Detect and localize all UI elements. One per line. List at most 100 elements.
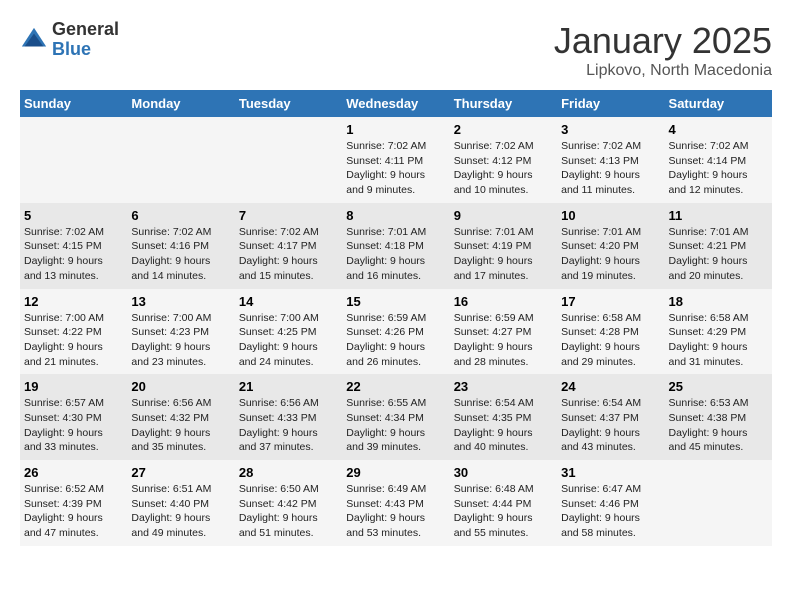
calendar-cell: 10 Sunrise: 7:01 AMSunset: 4:20 PMDayligh…: [557, 203, 664, 289]
weekday-header-wednesday: Wednesday: [342, 90, 449, 117]
day-info: Sunrise: 7:02 AMSunset: 4:14 PMDaylight:…: [669, 139, 768, 198]
calendar-cell: 31 Sunrise: 6:47 AMSunset: 4:46 PMDayligh…: [557, 460, 664, 546]
calendar-cell: 29 Sunrise: 6:49 AMSunset: 4:43 PMDayligh…: [342, 460, 449, 546]
calendar-subtitle: Lipkovo, North Macedonia: [554, 62, 772, 80]
day-number: 29: [346, 465, 445, 480]
calendar-cell: [20, 117, 127, 203]
day-info: Sunrise: 6:56 AMSunset: 4:33 PMDaylight:…: [239, 396, 338, 455]
day-info: Sunrise: 7:00 AMSunset: 4:22 PMDaylight:…: [24, 311, 123, 370]
day-info: Sunrise: 6:47 AMSunset: 4:46 PMDaylight:…: [561, 482, 660, 541]
calendar-cell: 23 Sunrise: 6:54 AMSunset: 4:35 PMDayligh…: [450, 374, 557, 460]
logo-text-general: General: [52, 20, 119, 40]
day-info: Sunrise: 7:02 AMSunset: 4:12 PMDaylight:…: [454, 139, 553, 198]
calendar-cell: 30 Sunrise: 6:48 AMSunset: 4:44 PMDayligh…: [450, 460, 557, 546]
day-number: 21: [239, 379, 338, 394]
day-number: 8: [346, 208, 445, 223]
weekday-header-saturday: Saturday: [665, 90, 772, 117]
day-info: Sunrise: 7:01 AMSunset: 4:20 PMDaylight:…: [561, 225, 660, 284]
day-info: Sunrise: 6:52 AMSunset: 4:39 PMDaylight:…: [24, 482, 123, 541]
day-number: 28: [239, 465, 338, 480]
day-info: Sunrise: 7:02 AMSunset: 4:16 PMDaylight:…: [131, 225, 230, 284]
day-number: 25: [669, 379, 768, 394]
calendar-cell: 28 Sunrise: 6:50 AMSunset: 4:42 PMDayligh…: [235, 460, 342, 546]
weekday-header-friday: Friday: [557, 90, 664, 117]
week-row-4: 19 Sunrise: 6:57 AMSunset: 4:30 PMDayligh…: [20, 374, 772, 460]
day-number: 14: [239, 294, 338, 309]
day-info: Sunrise: 7:01 AMSunset: 4:18 PMDaylight:…: [346, 225, 445, 284]
day-info: Sunrise: 7:01 AMSunset: 4:21 PMDaylight:…: [669, 225, 768, 284]
day-number: 3: [561, 122, 660, 137]
calendar-cell: 25Sunrise: 6:53 AMSunset: 4:38 PMDayligh…: [665, 374, 772, 460]
calendar-body: 1Sunrise: 7:02 AMSunset: 4:11 PMDaylight…: [20, 117, 772, 546]
calendar-cell: 1Sunrise: 7:02 AMSunset: 4:11 PMDaylight…: [342, 117, 449, 203]
calendar-cell: 6 Sunrise: 7:02 AMSunset: 4:16 PMDaylight…: [127, 203, 234, 289]
calendar-cell: 22 Sunrise: 6:55 AMSunset: 4:34 PMDayligh…: [342, 374, 449, 460]
logo-icon: [20, 26, 48, 54]
day-number: 27: [131, 465, 230, 480]
weekday-header-sunday: Sunday: [20, 90, 127, 117]
calendar-cell: [665, 460, 772, 546]
week-row-1: 1Sunrise: 7:02 AMSunset: 4:11 PMDaylight…: [20, 117, 772, 203]
day-info: Sunrise: 6:50 AMSunset: 4:42 PMDaylight:…: [239, 482, 338, 541]
day-number: 30: [454, 465, 553, 480]
calendar-cell: 26 Sunrise: 6:52 AMSunset: 4:39 PMDayligh…: [20, 460, 127, 546]
day-number: 31: [561, 465, 660, 480]
day-info: Sunrise: 6:58 AMSunset: 4:29 PMDaylight:…: [669, 311, 768, 370]
day-info: Sunrise: 6:49 AMSunset: 4:43 PMDaylight:…: [346, 482, 445, 541]
calendar-cell: 5Sunrise: 7:02 AMSunset: 4:15 PMDaylight…: [20, 203, 127, 289]
calendar-cell: 8 Sunrise: 7:01 AMSunset: 4:18 PMDaylight…: [342, 203, 449, 289]
day-info: Sunrise: 6:59 AMSunset: 4:27 PMDaylight:…: [454, 311, 553, 370]
page-header: General Blue January 2025 Lipkovo, North…: [20, 20, 772, 80]
day-info: Sunrise: 6:48 AMSunset: 4:44 PMDaylight:…: [454, 482, 553, 541]
logo: General Blue: [20, 20, 119, 60]
weekday-header-tuesday: Tuesday: [235, 90, 342, 117]
calendar-cell: 14 Sunrise: 7:00 AMSunset: 4:25 PMDayligh…: [235, 289, 342, 375]
calendar-cell: 16Sunrise: 6:59 AMSunset: 4:27 PMDayligh…: [450, 289, 557, 375]
calendar-cell: 7 Sunrise: 7:02 AMSunset: 4:17 PMDaylight…: [235, 203, 342, 289]
day-number: 4: [669, 122, 768, 137]
calendar-cell: [235, 117, 342, 203]
calendar-cell: 4 Sunrise: 7:02 AMSunset: 4:14 PMDaylight…: [665, 117, 772, 203]
day-number: 15: [346, 294, 445, 309]
day-number: 1: [346, 122, 445, 137]
calendar-cell: 9 Sunrise: 7:01 AMSunset: 4:19 PMDaylight…: [450, 203, 557, 289]
day-info: Sunrise: 6:56 AMSunset: 4:32 PMDaylight:…: [131, 396, 230, 455]
day-info: Sunrise: 6:54 AMSunset: 4:35 PMDaylight:…: [454, 396, 553, 455]
calendar-cell: 27 Sunrise: 6:51 AMSunset: 4:40 PMDayligh…: [127, 460, 234, 546]
day-number: 26: [24, 465, 123, 480]
day-number: 5: [24, 208, 123, 223]
calendar-cell: 13Sunrise: 7:00 AMSunset: 4:23 PMDayligh…: [127, 289, 234, 375]
day-number: 6: [131, 208, 230, 223]
day-number: 7: [239, 208, 338, 223]
week-row-2: 5Sunrise: 7:02 AMSunset: 4:15 PMDaylight…: [20, 203, 772, 289]
calendar-cell: 24Sunrise: 6:54 AMSunset: 4:37 PMDayligh…: [557, 374, 664, 460]
calendar-cell: 2 Sunrise: 7:02 AMSunset: 4:12 PMDaylight…: [450, 117, 557, 203]
day-info: Sunrise: 7:02 AMSunset: 4:17 PMDaylight:…: [239, 225, 338, 284]
day-info: Sunrise: 6:57 AMSunset: 4:30 PMDaylight:…: [24, 396, 123, 455]
calendar-cell: 11Sunrise: 7:01 AMSunset: 4:21 PMDayligh…: [665, 203, 772, 289]
weekday-header-row: SundayMondayTuesdayWednesdayThursdayFrid…: [20, 90, 772, 117]
calendar-cell: 12Sunrise: 7:00 AMSunset: 4:22 PMDayligh…: [20, 289, 127, 375]
title-section: January 2025 Lipkovo, North Macedonia: [554, 20, 772, 80]
day-number: 23: [454, 379, 553, 394]
calendar-cell: 18Sunrise: 6:58 AMSunset: 4:29 PMDayligh…: [665, 289, 772, 375]
calendar-cell: 3 Sunrise: 7:02 AMSunset: 4:13 PMDaylight…: [557, 117, 664, 203]
day-number: 24: [561, 379, 660, 394]
day-number: 10: [561, 208, 660, 223]
week-row-3: 12Sunrise: 7:00 AMSunset: 4:22 PMDayligh…: [20, 289, 772, 375]
calendar-cell: [127, 117, 234, 203]
day-info: Sunrise: 7:00 AMSunset: 4:25 PMDaylight:…: [239, 311, 338, 370]
day-number: 22: [346, 379, 445, 394]
calendar-cell: 21 Sunrise: 6:56 AMSunset: 4:33 PMDayligh…: [235, 374, 342, 460]
day-info: Sunrise: 6:58 AMSunset: 4:28 PMDaylight:…: [561, 311, 660, 370]
day-number: 9: [454, 208, 553, 223]
day-number: 19: [24, 379, 123, 394]
day-info: Sunrise: 7:02 AMSunset: 4:13 PMDaylight:…: [561, 139, 660, 198]
day-info: Sunrise: 7:01 AMSunset: 4:19 PMDaylight:…: [454, 225, 553, 284]
calendar-title: January 2025: [554, 20, 772, 62]
day-info: Sunrise: 6:51 AMSunset: 4:40 PMDaylight:…: [131, 482, 230, 541]
day-number: 20: [131, 379, 230, 394]
weekday-header-monday: Monday: [127, 90, 234, 117]
day-info: Sunrise: 6:55 AMSunset: 4:34 PMDaylight:…: [346, 396, 445, 455]
day-number: 2: [454, 122, 553, 137]
